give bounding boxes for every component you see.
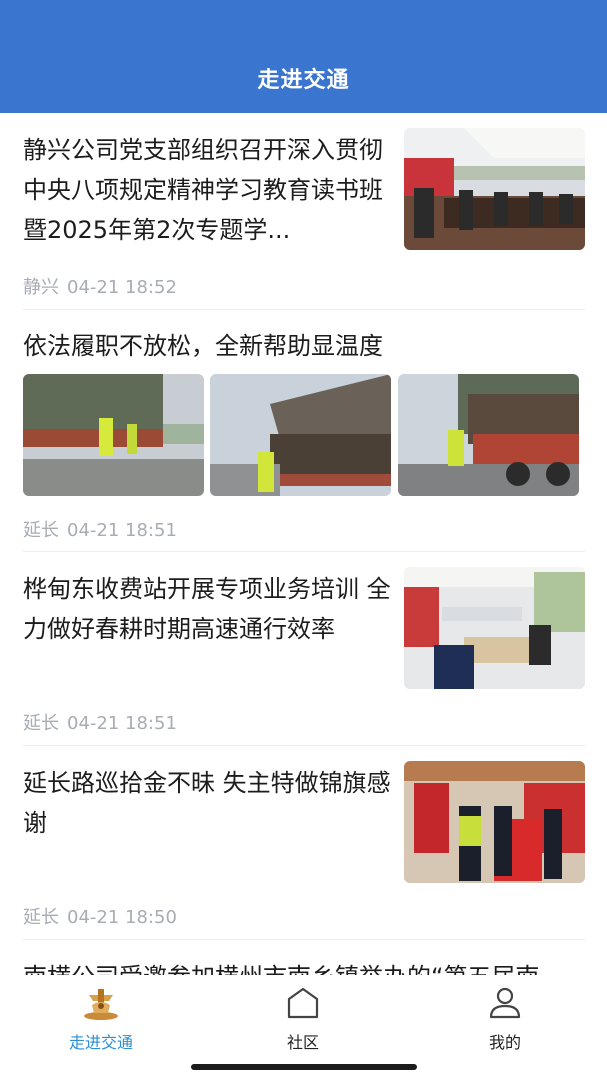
news-time: 04-21 18:50 — [67, 907, 177, 928]
tab-mine[interactable]: 我的 — [445, 983, 565, 1053]
news-item[interactable]: 延长路巡拾金不昧 失主特做锦旗感谢 延长 04-21 18:50 — [0, 746, 607, 940]
home-indicator[interactable] — [191, 1064, 417, 1070]
news-meta: 延长 04-21 18:50 — [23, 903, 177, 929]
news-thumbnail[interactable] — [404, 567, 585, 689]
news-thumbnail[interactable] — [23, 374, 204, 496]
news-item[interactable]: 南横公司受邀参加横州市南乡镇举办的“第五届南 — [0, 940, 607, 975]
page-title: 走进交通 — [257, 68, 350, 93]
news-thumbnail[interactable] — [404, 761, 585, 883]
news-time: 04-21 18:52 — [67, 277, 177, 298]
tab-label: 走进交通 — [68, 1033, 133, 1052]
app-header: 走进交通 — [0, 0, 607, 113]
news-feed[interactable]: 静兴公司党支部组织召开深入贯彻中央八项规定精神学习教育读书班暨2025年第2次专… — [0, 113, 607, 975]
user-icon — [485, 983, 525, 1023]
news-source: 延长 — [23, 520, 59, 541]
news-time: 04-21 18:51 — [67, 713, 177, 734]
news-source: 静兴 — [23, 277, 59, 298]
news-thumbnail[interactable] — [210, 374, 391, 496]
emblem-icon — [81, 983, 121, 1023]
home-icon — [283, 983, 323, 1023]
news-title[interactable]: 依法履职不放松，全新帮助显温度 — [23, 326, 583, 366]
tab-zoujin-jiaotong[interactable]: 走进交通 — [41, 983, 161, 1053]
news-title[interactable]: 南横公司受邀参加横州市南乡镇举办的“第五届南 — [23, 957, 583, 975]
news-thumbnail[interactable] — [398, 374, 579, 496]
news-meta: 静兴 04-21 18:52 — [23, 273, 177, 299]
news-title[interactable]: 桦甸东收费站开展专项业务培训 全力做好春耕时期高速通行效率 — [23, 569, 393, 649]
news-source: 延长 — [23, 907, 59, 928]
tab-label: 我的 — [488, 1033, 521, 1052]
news-meta: 延长 04-21 18:51 — [23, 709, 177, 735]
news-meta: 延长 04-21 18:51 — [23, 516, 177, 542]
tab-community[interactable]: 社区 — [243, 983, 363, 1053]
news-item[interactable]: 静兴公司党支部组织召开深入贯彻中央八项规定精神学习教育读书班暨2025年第2次专… — [0, 113, 607, 310]
tab-label: 社区 — [286, 1033, 319, 1052]
news-title[interactable]: 静兴公司党支部组织召开深入贯彻中央八项规定精神学习教育读书班暨2025年第2次专… — [23, 130, 393, 250]
news-title[interactable]: 延长路巡拾金不昧 失主特做锦旗感谢 — [23, 763, 393, 843]
news-item[interactable]: 桦甸东收费站开展专项业务培训 全力做好春耕时期高速通行效率 延长 04-21 18… — [0, 552, 607, 746]
news-time: 04-21 18:51 — [67, 520, 177, 541]
news-source: 延长 — [23, 713, 59, 734]
news-item[interactable]: 依法履职不放松，全新帮助显温度 延长 04-21 18:51 — [0, 310, 607, 552]
news-thumbnail[interactable] — [404, 128, 585, 250]
